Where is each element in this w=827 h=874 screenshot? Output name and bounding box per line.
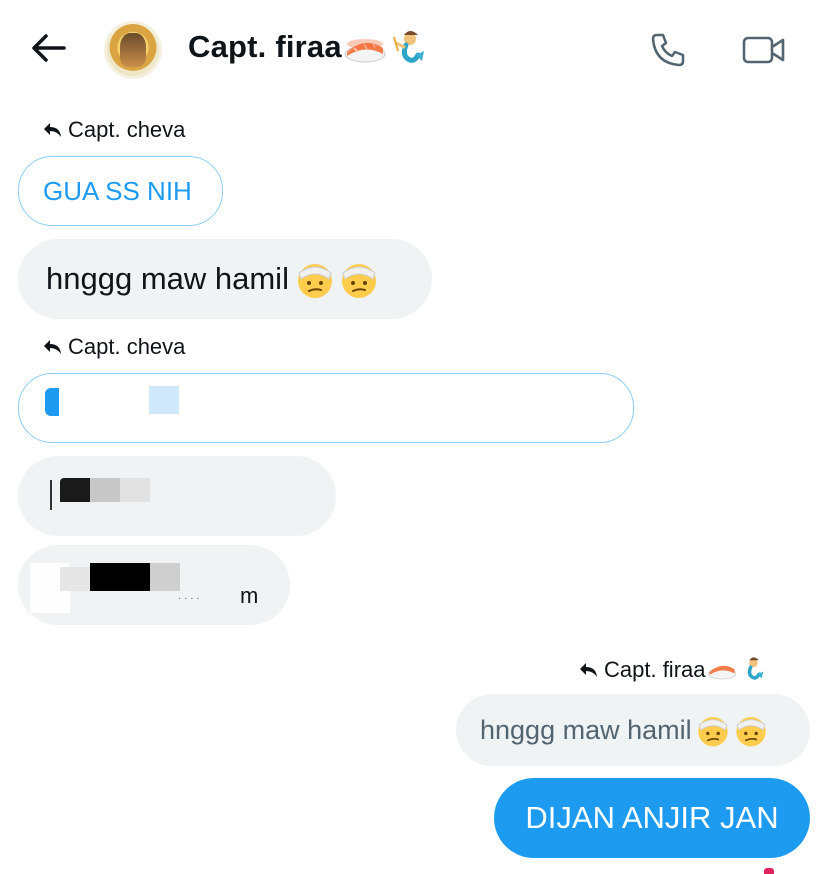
message-text: hnggg maw hamil [46,261,289,296]
sushi-emoji-icon [344,39,386,63]
contact-name-row[interactable]: Capt. firaa [188,29,428,69]
replied-message-preview[interactable]: GUA SS NIH [18,156,223,226]
reply-label: Capt. cheva [42,117,185,143]
redacted-content [50,480,52,510]
reply-label: Capt. firaa [578,656,766,684]
received-message[interactable] [18,456,336,536]
redacted-content [60,478,90,502]
redacted-content [45,388,59,416]
call-button[interactable] [646,28,690,72]
merman-emoji-icon [747,657,763,680]
message-text: hnggg maw hamil [480,714,692,745]
redacted-content [149,386,179,414]
avatar[interactable] [104,21,162,79]
face-with-head-bandage-emoji-icon [697,717,728,747]
video-camera-icon [742,36,785,64]
reply-target-name: Capt. firaa [604,657,706,682]
replied-message-preview[interactable] [18,373,634,443]
sushi-emoji-icon [707,665,736,680]
redacted-content [90,563,150,591]
reply-label: Capt. cheva [42,334,185,360]
face-with-head-bandage-emoji-icon [297,264,332,298]
redacted-content [120,478,150,502]
reply-target-name: Capt. cheva [68,117,186,142]
contact-name: Capt. firaa [188,29,342,65]
face-with-head-bandage-emoji-icon [341,264,376,298]
sent-message[interactable]: DIJAN ANJIR JAN [494,778,810,858]
redacted-content [90,478,120,502]
received-message[interactable]: hnggg maw hamil [18,239,432,319]
reply-arrow-icon [44,340,61,354]
back-button[interactable] [26,26,70,70]
message-text: GUA SS NIH [43,175,192,206]
chat-header: Capt. firaa [0,0,827,100]
heart-reaction-icon [764,868,774,874]
reply-target-name: Capt. cheva [68,334,186,359]
reply-arrow-icon [580,663,597,677]
redacted-content [150,563,180,591]
video-call-button[interactable] [738,28,790,72]
reply-arrow-icon [44,123,61,137]
face-with-head-bandage-emoji-icon [735,717,766,747]
merman-emoji-icon [392,31,424,63]
redacted-content [60,567,90,591]
message-text: m [240,583,259,608]
message-text: DIJAN ANJIR JAN [525,800,779,835]
arrow-left-icon [32,34,66,62]
received-message[interactable]: · · · · m [18,545,290,625]
redacted-content: · · · · [178,593,200,604]
quoted-message-preview[interactable]: hnggg maw hamil [456,694,810,766]
phone-icon [651,33,685,67]
